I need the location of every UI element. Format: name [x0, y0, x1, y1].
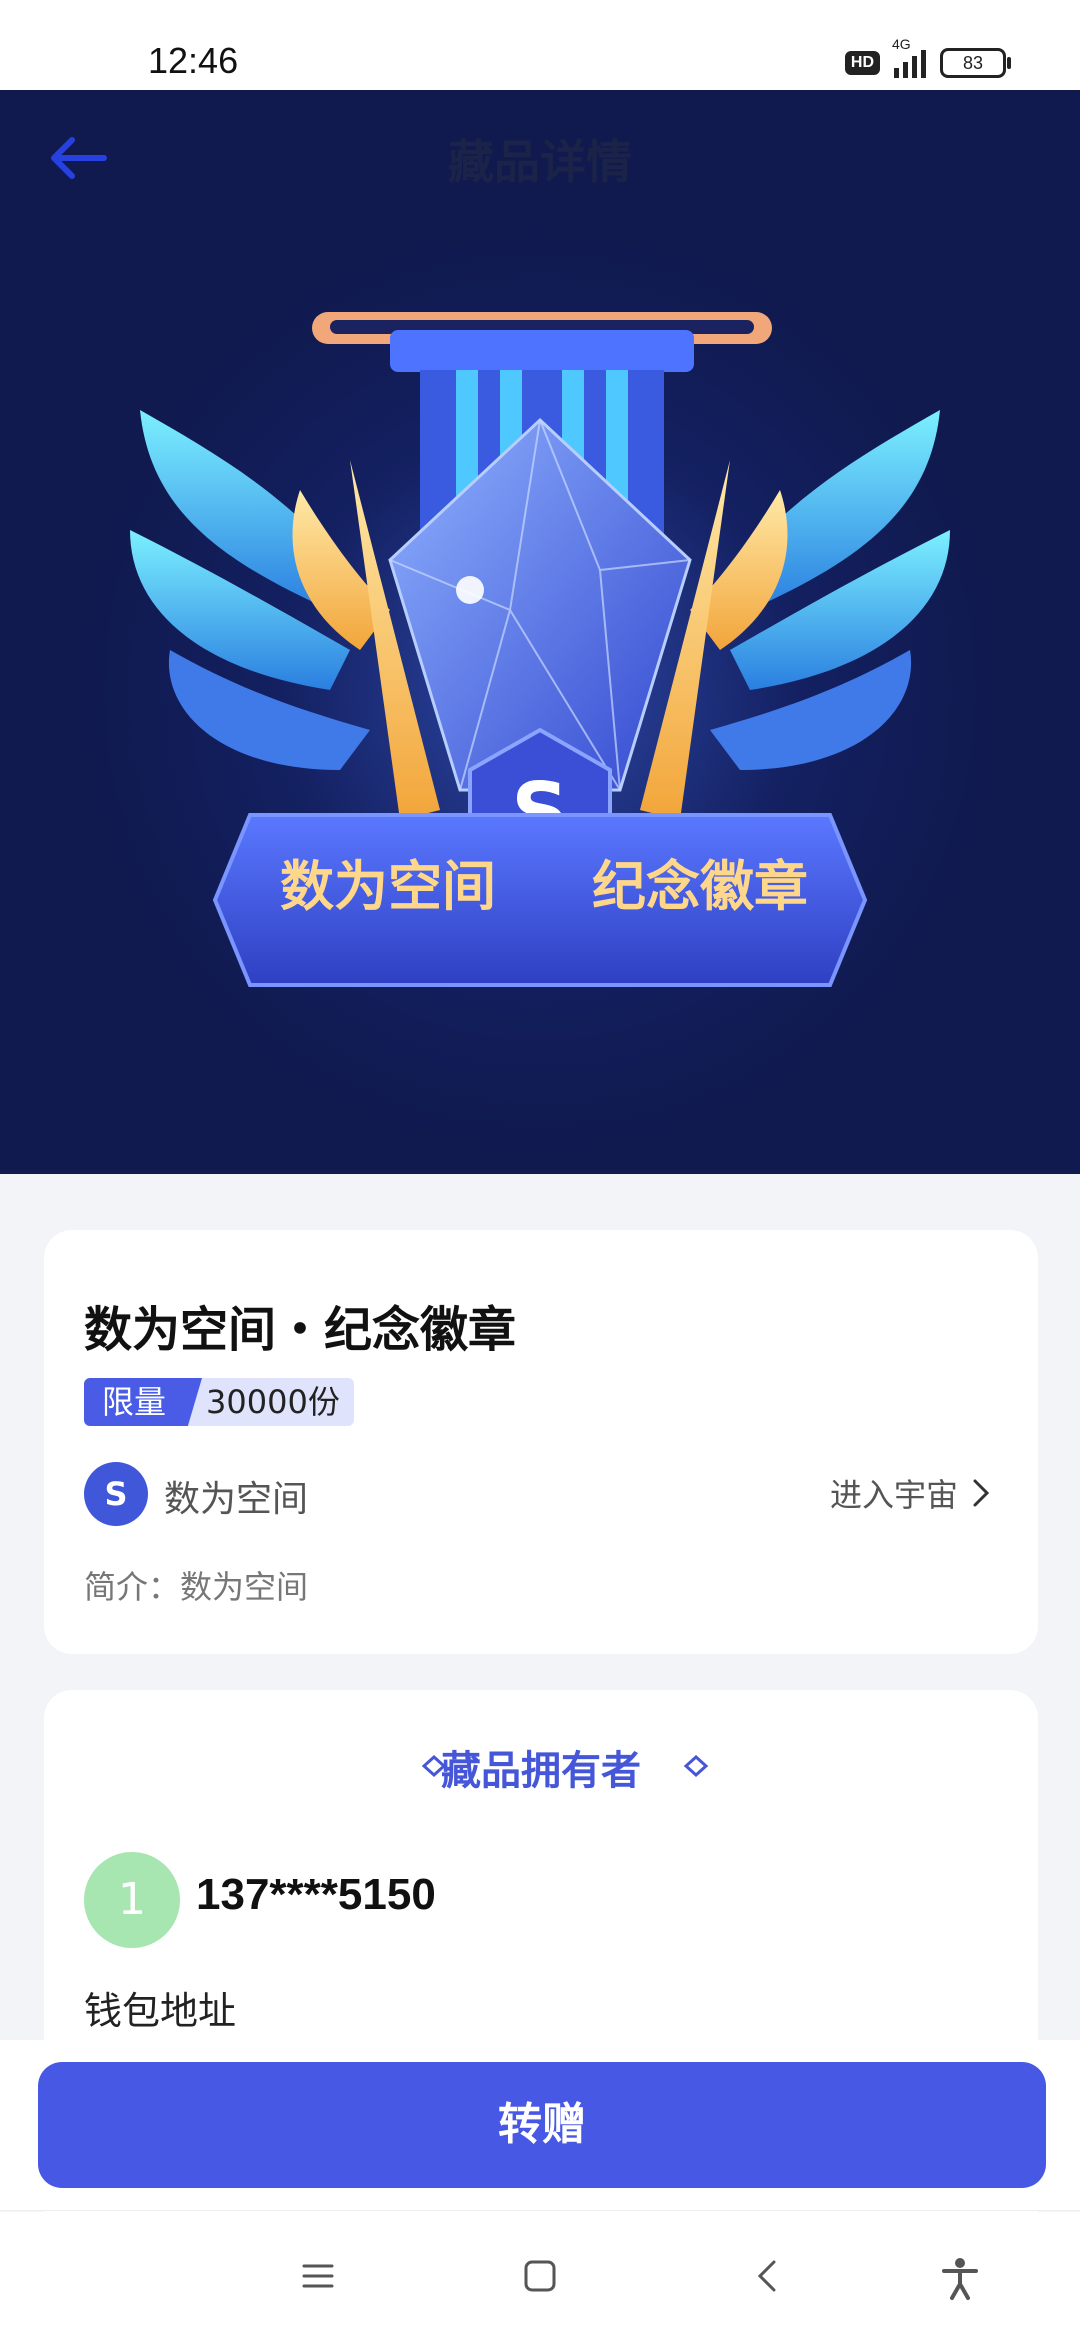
hd-icon: HD — [844, 51, 880, 75]
svg-text:S: S — [104, 1475, 127, 1513]
system-nav-bar — [0, 2212, 1080, 2340]
collection-hero-image: S 数为空间 纪念徽章 藏品详情 — [0, 90, 1080, 1174]
enter-universe-label: 进入宇宙 — [829, 1476, 958, 1514]
collection-info-card: 数为空间・纪念徽章 限量 30000份 S 数为空间 进入宇宙 简介：数为空间 — [44, 1230, 1038, 1654]
accessibility-icon[interactable] — [938, 2256, 982, 2300]
banner-right-text: 纪念徽章 — [592, 855, 808, 918]
menu-icon[interactable] — [298, 2256, 338, 2296]
badge-illustration: S 数为空间 纪念徽章 — [130, 312, 950, 987]
page-title: 藏品详情 — [448, 135, 632, 189]
home-icon[interactable] — [520, 2256, 560, 2296]
status-icons: HD 4G 83 — [844, 36, 1011, 80]
bottom-action-bar: 转赠 — [0, 2040, 1080, 2211]
chevron-right-icon — [973, 1479, 990, 1507]
signal-icon: 4G — [892, 36, 926, 78]
limit-count: 30000份 — [180, 1378, 354, 1426]
network-type: 4G — [892, 36, 911, 52]
collection-title: 数为空间・纪念徽章 — [84, 1302, 517, 1358]
banner-left-text: 数为空间 — [280, 855, 496, 918]
creator-logo-icon: S — [84, 1462, 148, 1526]
wallet-address-label: 钱包地址 — [84, 1989, 237, 2033]
status-time: 12:46 — [148, 40, 239, 81]
divider-right-icon — [683, 1754, 936, 1778]
transfer-gift-button[interactable]: 转赠 — [38, 2062, 1046, 2188]
battery-icon: 83 — [940, 48, 1011, 78]
back-nav-icon[interactable] — [748, 2256, 788, 2296]
owner-phone: 137****5150 — [196, 1870, 436, 1919]
collection-intro: 简介：数为空间 — [84, 1568, 309, 1606]
enter-universe-link[interactable]: 进入宇宙 — [830, 1470, 990, 1516]
creator-name: 数为空间 — [164, 1479, 309, 1520]
limit-label: 限量 — [84, 1378, 203, 1426]
status-bar: 12:46 HD 4G 83 — [0, 0, 1080, 90]
owner-avatar: 1 — [84, 1852, 180, 1948]
limit-badge: 限量 30000份 — [84, 1378, 354, 1426]
